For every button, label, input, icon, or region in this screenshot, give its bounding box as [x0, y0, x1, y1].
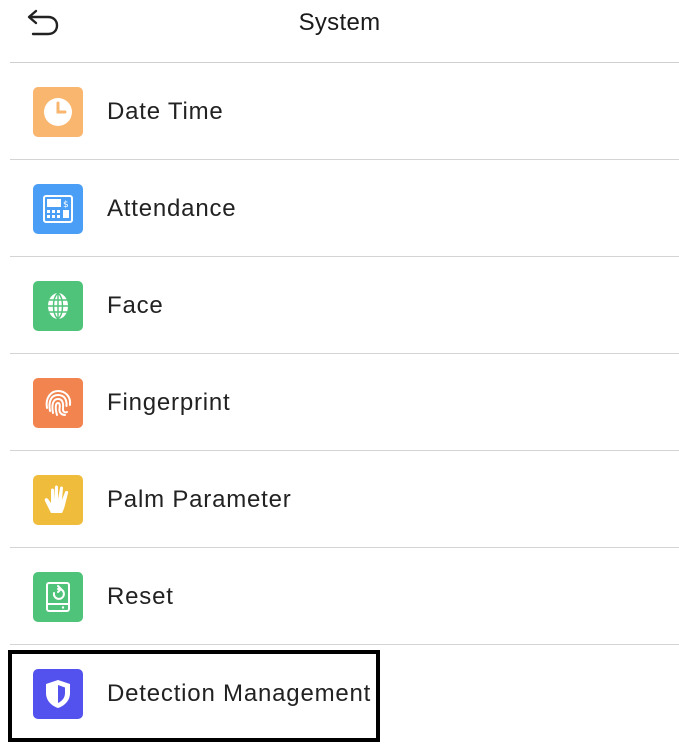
menu-item-label: Date Time: [107, 97, 224, 125]
menu-item-label: Fingerprint: [107, 388, 231, 416]
system-menu: Date Time $ Attendance Face Fingerprint …: [0, 63, 679, 742]
menu-item-attendance[interactable]: $ Attendance: [0, 160, 679, 257]
face-globe-icon: [33, 280, 83, 331]
menu-item-face[interactable]: Face: [0, 257, 679, 354]
menu-item-detection-management[interactable]: Detection Management: [0, 645, 679, 742]
menu-item-label: Face: [107, 291, 164, 319]
menu-item-fingerprint[interactable]: Fingerprint: [0, 354, 679, 451]
menu-item-label: Palm Parameter: [107, 485, 292, 513]
menu-item-palm-parameter[interactable]: Palm Parameter: [0, 451, 679, 548]
clock-icon: [33, 86, 83, 137]
menu-item-reset[interactable]: Reset: [0, 548, 679, 645]
shield-icon: [33, 668, 83, 719]
fingerprint-icon: [33, 377, 83, 428]
menu-item-label: Reset: [107, 582, 174, 610]
page-title: System: [298, 9, 381, 36]
attendance-terminal-icon: $: [33, 183, 83, 234]
palm-icon: [33, 474, 83, 525]
menu-item-label: Detection Management: [107, 679, 372, 707]
header-bar: System: [0, 0, 679, 62]
reset-device-icon: [33, 571, 83, 622]
svg-text:$: $: [63, 200, 69, 210]
menu-item-date-time[interactable]: Date Time: [0, 63, 679, 160]
menu-item-label: Attendance: [107, 194, 237, 222]
